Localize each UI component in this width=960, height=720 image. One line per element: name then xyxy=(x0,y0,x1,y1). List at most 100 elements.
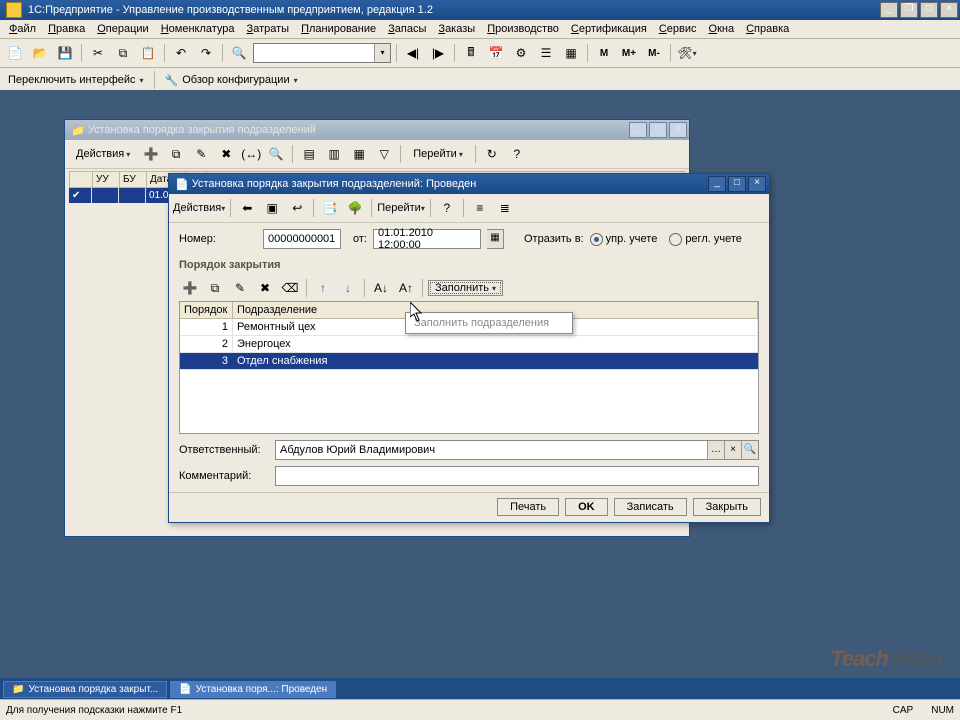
switch-interface-button[interactable]: Переключить интерфейс▾ xyxy=(4,73,148,87)
menu-orders[interactable]: Заказы xyxy=(433,22,480,36)
number-input[interactable]: 00000000001 xyxy=(263,229,341,249)
close-button[interactable]: Закрыть xyxy=(693,498,761,516)
cut-icon[interactable]: ✂ xyxy=(87,42,109,64)
list-delete-icon[interactable]: ✖ xyxy=(215,143,237,165)
dialog-struct-icon[interactable]: 🌳 xyxy=(344,197,366,219)
app-maximize-button[interactable]: □ xyxy=(920,2,938,18)
fill-departments-item[interactable]: Заполнить подразделения xyxy=(408,315,570,331)
list-add-icon[interactable]: ➕ xyxy=(140,143,162,165)
search-combo[interactable]: ▾ xyxy=(253,43,391,63)
order-row-2[interactable]: 2 Энергоцех xyxy=(180,336,758,353)
chart-icon[interactable]: ▦ xyxy=(560,42,582,64)
tree-icon[interactable]: ☰ xyxy=(535,42,557,64)
list-help-icon[interactable]: ? xyxy=(506,143,528,165)
order-clear-icon[interactable]: ⌫ xyxy=(279,277,301,299)
menu-costs[interactable]: Затраты xyxy=(242,22,295,36)
dialog-titlebar[interactable]: 📄 Установка порядка закрытия подразделен… xyxy=(169,174,769,194)
order-copy-icon[interactable]: ⧉ xyxy=(204,277,226,299)
dialog-repost-icon[interactable]: ▣ xyxy=(261,197,283,219)
list-edit-icon[interactable]: ✎ xyxy=(190,143,212,165)
save-icon[interactable]: 💾 xyxy=(54,42,76,64)
order-col-order[interactable]: Порядок xyxy=(180,302,233,318)
responsible-input[interactable]: Абдулов Юрий Владимирович … × 🔍 xyxy=(275,440,759,460)
list-goto-button[interactable]: Перейти▾ xyxy=(406,145,470,163)
menu-certification[interactable]: Сертификация xyxy=(566,22,652,36)
order-movedown-icon[interactable]: ↓ xyxy=(337,277,359,299)
app-close-button[interactable]: × xyxy=(940,2,958,18)
write-button[interactable]: Записать xyxy=(614,498,687,516)
list-find-icon[interactable]: 🔍 xyxy=(265,143,287,165)
app-restore-button[interactable]: ❐ xyxy=(900,2,918,18)
dialog-basis-icon[interactable]: 📑 xyxy=(319,197,341,219)
list-window-minimize[interactable]: _ xyxy=(629,122,647,138)
undo-icon[interactable]: ↶ xyxy=(170,42,192,64)
order-add-icon[interactable]: ➕ xyxy=(179,277,201,299)
responsible-open-icon[interactable]: 🔍 xyxy=(741,441,758,459)
tools-dropdown-icon[interactable]: 🛠▾ xyxy=(676,42,698,64)
fill-button[interactable]: Заполнить▾ xyxy=(428,280,503,296)
radio-reg[interactable]: регл. учете xyxy=(669,233,742,246)
menu-windows[interactable]: Окна xyxy=(704,22,740,36)
ok-button[interactable]: OK xyxy=(565,498,608,516)
app-minimize-button[interactable]: _ xyxy=(880,2,898,18)
mem-m-icon[interactable]: M xyxy=(593,42,615,64)
date-picker-icon[interactable]: ▦ xyxy=(487,229,504,249)
responsible-clear-icon[interactable]: × xyxy=(724,441,741,459)
list-actions-button[interactable]: Действия▾ xyxy=(69,145,137,163)
menu-production[interactable]: Производство xyxy=(482,22,564,36)
dialog-close[interactable]: × xyxy=(748,176,766,192)
dialog-unpost-icon[interactable]: ↩ xyxy=(286,197,308,219)
list-refresh-icon[interactable]: (↔) xyxy=(240,143,262,165)
open-icon[interactable]: 📂 xyxy=(29,42,51,64)
date-input[interactable]: 01.01.2010 12:00:00 xyxy=(373,229,481,249)
order-moveup-icon[interactable]: ↑ xyxy=(312,277,334,299)
calendar-icon[interactable]: 📅 xyxy=(485,42,507,64)
responsible-choose-icon[interactable]: … xyxy=(707,441,724,459)
menu-help[interactable]: Справка xyxy=(741,22,794,36)
order-delete-icon[interactable]: ✖ xyxy=(254,277,276,299)
menu-planning[interactable]: Планирование xyxy=(296,22,381,36)
new-doc-icon[interactable]: 📄 xyxy=(4,42,26,64)
dialog-settings1-icon[interactable]: ≡ xyxy=(469,197,491,219)
taskbar-item-2[interactable]: 📄 Установка поря...: Проведен xyxy=(170,681,336,698)
copy-icon[interactable]: ⧉ xyxy=(112,42,134,64)
taskbar-item-1[interactable]: 📁 Установка порядка закрыт... xyxy=(3,681,167,698)
dialog-post-icon[interactable]: ⬅ xyxy=(236,197,258,219)
print-button[interactable]: Печать xyxy=(497,498,559,516)
mem-mminus-icon[interactable]: M- xyxy=(643,42,665,64)
list-filter3-icon[interactable]: ▦ xyxy=(348,143,370,165)
comment-input[interactable] xyxy=(275,466,759,486)
nav-back-icon[interactable]: ◀| xyxy=(402,42,424,64)
nav-fwd-icon[interactable]: |▶ xyxy=(427,42,449,64)
mem-mplus-icon[interactable]: M+ xyxy=(618,42,640,64)
dialog-actions-button[interactable]: Действия▾ xyxy=(173,202,225,214)
list-funnel-icon[interactable]: ▽ xyxy=(373,143,395,165)
dialog-minimize[interactable]: _ xyxy=(708,176,726,192)
order-sort2-icon[interactable]: A↑ xyxy=(395,277,417,299)
dialog-help-icon[interactable]: ? xyxy=(436,197,458,219)
order-sort1-icon[interactable]: A↓ xyxy=(370,277,392,299)
list-refresh2-icon[interactable]: ↻ xyxy=(481,143,503,165)
find-icon[interactable]: 🔍 xyxy=(228,42,250,64)
menu-service[interactable]: Сервис xyxy=(654,22,702,36)
list-window-maximize[interactable]: □ xyxy=(649,122,667,138)
menu-file[interactable]: Файл xyxy=(4,22,41,36)
calc-icon[interactable]: 🖩 xyxy=(460,42,482,64)
list-copy-icon[interactable]: ⧉ xyxy=(165,143,187,165)
dialog-settings2-icon[interactable]: ≣ xyxy=(494,197,516,219)
list-window-close[interactable]: × xyxy=(669,122,687,138)
list-filter2-icon[interactable]: ▥ xyxy=(323,143,345,165)
list-filter1-icon[interactable]: ▤ xyxy=(298,143,320,165)
order-edit-icon[interactable]: ✎ xyxy=(229,277,251,299)
paste-icon[interactable]: 📋 xyxy=(137,42,159,64)
dialog-maximize[interactable]: □ xyxy=(728,176,746,192)
config-overview-button[interactable]: 🔧 Обзор конфигурации▾ xyxy=(161,73,302,88)
radio-mgmt[interactable]: упр. учете xyxy=(590,233,658,246)
menu-edit[interactable]: Правка xyxy=(43,22,90,36)
menu-operations[interactable]: Операции xyxy=(92,22,153,36)
menu-stock[interactable]: Запасы xyxy=(383,22,431,36)
menu-nomenclature[interactable]: Номенклатура xyxy=(156,22,240,36)
dialog-goto-button[interactable]: Перейти▾ xyxy=(377,202,425,214)
redo-icon[interactable]: ↷ xyxy=(195,42,217,64)
list-window-titlebar[interactable]: 📁 Установка порядка закрытия подразделен… xyxy=(65,120,689,140)
